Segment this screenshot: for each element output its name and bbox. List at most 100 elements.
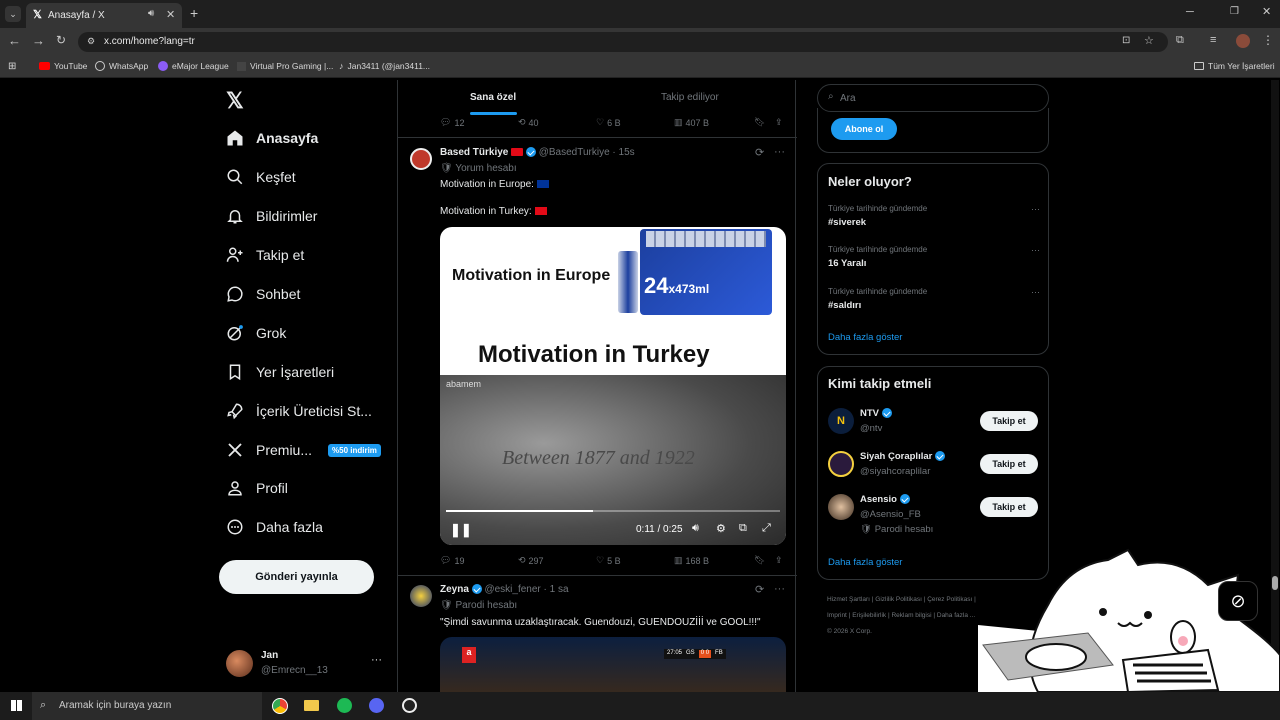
trend-more-icon[interactable]: ··· [1031,287,1040,297]
discord-icon[interactable] [369,698,384,713]
views-button[interactable]: ▥ 407 B [674,117,709,128]
post-button[interactable]: Gönderi yayınla [219,560,374,594]
footer-link[interactable]: Çerez Politikası [927,596,972,603]
x-logo-icon[interactable]: 𝕏 [226,88,244,114]
footer-link[interactable]: Reklam bilgisi [891,612,931,619]
new-tab-icon[interactable]: + [190,5,198,21]
trend-more-icon[interactable]: ··· [1031,245,1040,255]
grok-floating-button[interactable]: ⊘ [1218,581,1258,621]
author-handle[interactable]: @eski_fener [484,584,540,595]
sidebar-item-premium[interactable]: Premiu... %50 indirim [226,437,381,463]
post-more-icon[interactable]: ··· [774,583,785,595]
avatar[interactable] [410,585,432,607]
repost-button[interactable]: ⟲ 40 [518,117,539,128]
post-more-icon[interactable]: ··· [774,146,785,158]
pip-icon[interactable]: ⧉ [739,522,747,535]
menu-icon[interactable]: ⋮ [1262,33,1274,47]
show-more-link[interactable]: Daha fazla göster [828,332,902,343]
post-time[interactable]: · 15s [612,147,634,158]
sidebar-item-explore[interactable]: Keşfet [226,164,296,190]
reload-icon[interactable]: ↻ [56,33,66,47]
sidebar-item-chat[interactable]: Sohbet [226,281,300,307]
follow-button[interactable]: Takip et [980,454,1038,474]
video-player[interactable]: Motivation in Europe 24x473ml Motivation… [440,227,786,545]
video-progress-track[interactable] [446,510,780,512]
grok-post-icon[interactable]: ⟳ [755,583,764,596]
back-icon[interactable]: ← [8,33,21,48]
pause-icon[interactable]: ❚❚ [450,522,472,538]
avatar[interactable]: N [828,408,854,434]
footer-link[interactable]: Gizlilik Politikası [875,596,922,603]
share-icon[interactable]: ⇪ [775,117,783,128]
taskbar-search-box[interactable]: ⌕ Aramak için buraya yazın [32,692,262,720]
like-button[interactable]: ♡ 5 B [596,555,621,566]
trend-more-icon[interactable]: ··· [1031,204,1040,214]
sidebar-item-profile[interactable]: Profil [226,475,288,501]
install-icon[interactable]: ⊡ [1122,35,1130,46]
url-input[interactable]: ⚙ x.com/home?lang=tr ⊡ ☆ [78,32,1168,52]
footer-link[interactable]: Hizmet Şartları [827,596,870,603]
speaker-icon[interactable]: 🔊︎ [148,8,154,19]
spotify-icon[interactable] [337,698,352,713]
forward-icon[interactable]: → [32,33,45,48]
follow-name[interactable]: Asensio [860,494,897,505]
sidebar-item-bookmarks[interactable]: Yer İşaretleri [226,359,334,385]
avatar[interactable] [410,148,432,170]
subscribe-button[interactable]: Abone ol [831,118,897,140]
fullscreen-icon[interactable]: ⤢ [762,522,771,535]
bookmark-emajor[interactable]: eMajor League [158,61,229,71]
minimize-icon[interactable]: ─ [1186,6,1194,18]
browser-tab[interactable]: 𝕏 Anasayfa / X 🔊︎ ✕ [26,3,182,28]
bookmark-vpg[interactable]: Virtual Pro Gaming |... [237,61,333,71]
sidebar-item-follow[interactable]: Takip et [226,242,304,268]
author-name[interactable]: Based Türkiye [440,147,508,158]
close-tab-icon[interactable]: ✕ [166,8,175,21]
all-bookmarks[interactable]: Tüm Yer İşaretleri [1194,61,1275,71]
bookmark-star-icon[interactable]: ☆ [1144,34,1154,47]
footer-link[interactable]: Imprint [827,612,847,619]
apps-icon[interactable]: ⊞ [8,61,16,72]
sidebar-item-creator-studio[interactable]: İçerik Üreticisi St... [226,398,372,424]
share-icon[interactable]: ⇪ [775,555,783,566]
volume-icon[interactable]: 🔊︎ [692,522,699,535]
trend-item[interactable]: Türkiye tarihinde gündemde 16 Yaralı ··· [828,245,1040,275]
reply-button[interactable]: 💬︎ 12 [440,117,464,128]
account-switcher[interactable]: Jan @Emrecn__13 ··· [226,648,386,678]
site-info-icon[interactable]: ⚙ [87,36,95,47]
author-name[interactable]: Zeyna [440,584,469,595]
recorder-icon[interactable] [402,698,417,713]
settings-icon[interactable]: ⚙ [716,522,726,535]
avatar[interactable] [828,494,854,520]
restore-icon[interactable]: ❐ [1230,6,1239,17]
windows-start-icon[interactable] [11,700,22,711]
media-icon[interactable]: ≡ [1210,34,1216,46]
follow-name[interactable]: Siyah Çoraplılar [860,451,932,462]
extensions-icon[interactable]: ⧉ [1176,34,1184,47]
follow-button[interactable]: Takip et [980,497,1038,517]
footer-link[interactable]: Erişilebilirlik [852,612,886,619]
sidebar-item-more[interactable]: Daha fazla [226,514,323,540]
follow-button[interactable]: Takip et [980,411,1038,431]
trend-item[interactable]: Türkiye tarihinde gündemde #saldırı ··· [828,287,1040,317]
more-icon[interactable]: ··· [371,654,382,666]
bookmark-whatsapp[interactable]: WhatsApp [95,61,148,71]
author-handle[interactable]: @BasedTurkiye [539,147,610,158]
sidebar-item-grok[interactable]: Grok [226,320,286,346]
bookmark-tiktok[interactable]: ♪ Jan3411 (@jan3411... [339,61,430,71]
repost-button[interactable]: ⟲ 297 [518,555,544,566]
views-button[interactable]: ▥ 168 B [674,555,709,566]
video-thumbnail[interactable]: a 27:05 GS 0 0 FB [440,637,786,692]
explorer-icon[interactable] [304,700,319,711]
avatar[interactable] [828,451,854,477]
reply-button[interactable]: 💬︎ 19 [440,555,464,566]
footer-link[interactable]: Daha fazla ... [937,612,975,619]
profile-avatar[interactable] [1236,34,1250,48]
show-more-link[interactable]: Daha fazla göster [828,557,902,568]
chrome-icon[interactable] [272,698,288,714]
tab-following[interactable]: Takip ediliyor [598,80,797,116]
tab-search-icon[interactable]: ⌄ [5,6,21,22]
grok-post-icon[interactable]: ⟳ [755,146,764,159]
trend-item[interactable]: Türkiye tarihinde gündemde #siverek ··· [828,204,1040,234]
post-time[interactable]: · 1 sa [544,584,569,595]
bookmark-button[interactable]: 🔖︎ [754,117,765,128]
